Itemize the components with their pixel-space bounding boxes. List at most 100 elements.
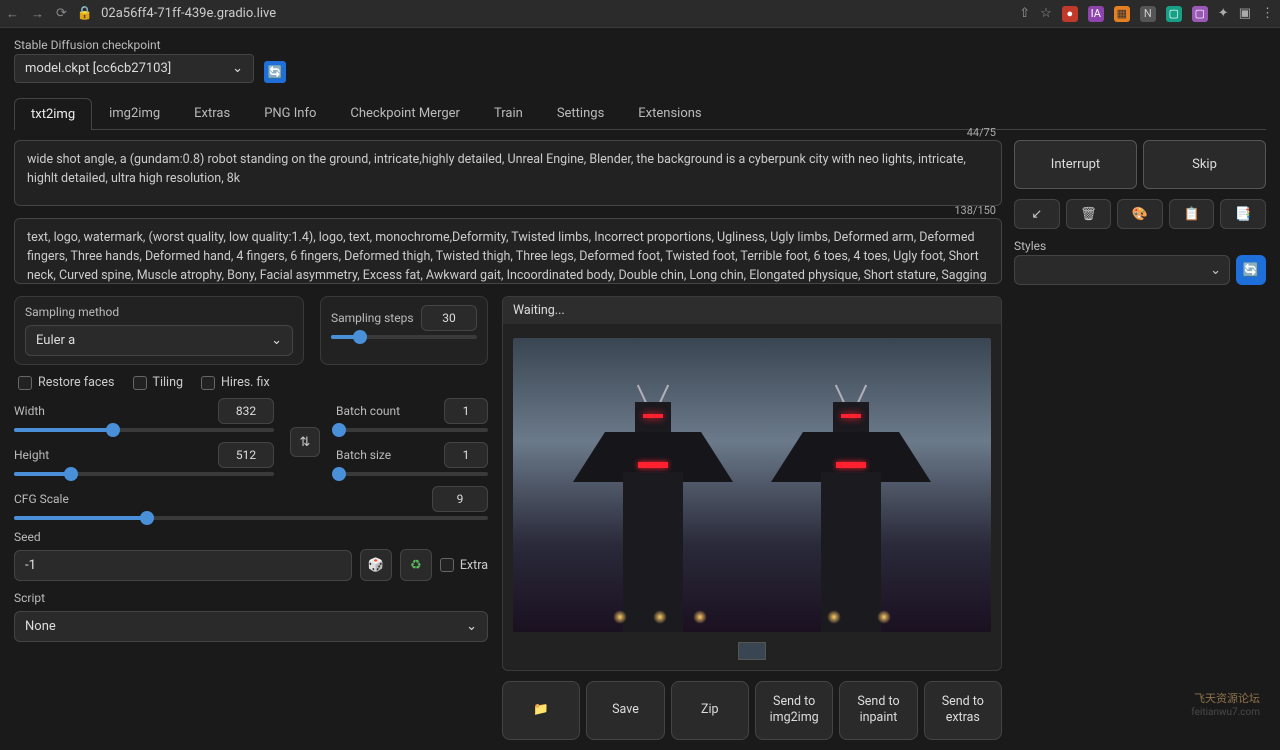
height-input[interactable]	[218, 442, 274, 468]
batch-size-label: Batch size	[336, 448, 391, 462]
styles-select[interactable]: ⌄	[1014, 255, 1230, 285]
width-input[interactable]	[218, 398, 274, 424]
extension-icon[interactable]: ●	[1062, 6, 1078, 22]
tool-paste-button[interactable]: 📋	[1169, 199, 1215, 229]
negative-token-count: 138/150	[954, 204, 996, 217]
forward-icon[interactable]: →	[31, 6, 44, 22]
tab-extras[interactable]: Extras	[177, 97, 247, 129]
watermark: feitianwu7.com	[1191, 707, 1260, 718]
tab-extensions[interactable]: Extensions	[621, 97, 718, 129]
chevron-down-icon: ⌄	[466, 619, 477, 634]
tab-train[interactable]: Train	[477, 97, 540, 129]
checkpoint-refresh-button[interactable]: 🔄	[264, 61, 286, 83]
browser-chrome: ← → ⟳ 🔒 02a56ff4-71ff-439e.gradio.live ⇧…	[0, 0, 1280, 28]
sampling-steps-slider[interactable]	[331, 335, 477, 339]
output-status: Waiting...	[503, 297, 1001, 324]
sampling-method-select[interactable]: Euler a ⌄	[25, 325, 293, 356]
extension-icon[interactable]: ▦	[1114, 6, 1130, 22]
sampling-steps-label: Sampling steps	[331, 311, 414, 325]
nav-arrows: ← → ⟳	[6, 6, 67, 22]
positive-prompt-input[interactable]	[14, 140, 1002, 206]
tiling-checkbox[interactable]: Tiling	[133, 375, 184, 390]
width-label: Width	[14, 404, 45, 418]
output-thumbnail[interactable]	[738, 642, 766, 660]
watermark: 飞天资源论坛	[1194, 690, 1260, 706]
extension-icon[interactable]: IA	[1088, 6, 1104, 22]
script-select[interactable]: None ⌄	[14, 611, 488, 642]
panel-icon[interactable]: ▣	[1239, 6, 1251, 21]
height-slider[interactable]	[14, 472, 274, 476]
height-label: Height	[14, 448, 49, 462]
tab-txt2img[interactable]: txt2img	[14, 98, 92, 130]
sampling-steps-input[interactable]	[421, 305, 477, 331]
swap-icon: ⇅	[300, 435, 311, 450]
url-text: 02a56ff4-71ff-439e.gradio.live	[101, 6, 276, 21]
tool-style-button[interactable]: 🎨	[1117, 199, 1163, 229]
seed-extra-checkbox[interactable]: Extra	[440, 549, 488, 581]
positive-token-count: 44/75	[967, 126, 996, 139]
tab-settings[interactable]: Settings	[540, 97, 621, 129]
script-value: None	[25, 619, 56, 634]
open-folder-button[interactable]: 📁	[502, 681, 580, 740]
tab-pnginfo[interactable]: PNG Info	[247, 97, 333, 129]
chevron-down-icon: ⌄	[232, 61, 243, 76]
zip-button[interactable]: Zip	[671, 681, 749, 740]
cfg-slider[interactable]	[14, 516, 488, 520]
lock-icon: 🔒	[77, 6, 93, 21]
batch-size-slider[interactable]	[336, 472, 488, 476]
interrupt-button[interactable]: Interrupt	[1014, 140, 1137, 189]
extension-icon[interactable]: N	[1140, 6, 1156, 22]
seed-random-button[interactable]: 🎲	[360, 549, 392, 581]
cfg-input[interactable]	[432, 486, 488, 512]
tool-clear-button[interactable]: 🗑	[1066, 199, 1112, 229]
tool-save-style-button[interactable]: 📑	[1220, 199, 1266, 229]
refresh-icon: 🔄	[1243, 263, 1259, 278]
send-img2img-button[interactable]: Send to img2img	[755, 681, 833, 740]
seed-reuse-button[interactable]: ♻	[400, 549, 432, 581]
checkpoint-value: model.ckpt [cc6cb27103]	[25, 61, 171, 76]
tab-img2img[interactable]: img2img	[92, 97, 177, 129]
tool-arrow-button[interactable]: ↙	[1014, 199, 1060, 229]
seed-input[interactable]	[14, 550, 352, 581]
reload-icon[interactable]: ⟳	[56, 6, 67, 22]
cfg-label: CFG Scale	[14, 492, 69, 506]
styles-refresh-button[interactable]: 🔄	[1236, 255, 1266, 285]
extension-icon[interactable]: ▢	[1192, 6, 1208, 22]
sampling-method-label: Sampling method	[25, 305, 293, 319]
palette-icon: 🎨	[1132, 207, 1148, 222]
bookmark-icon[interactable]: ☆	[1040, 6, 1052, 21]
hires-fix-checkbox[interactable]: Hires. fix	[201, 375, 270, 390]
restore-faces-checkbox[interactable]: Restore faces	[18, 375, 115, 390]
clipboard-icon: 📋	[1183, 207, 1199, 222]
batch-count-slider[interactable]	[336, 428, 488, 432]
save-button[interactable]: Save	[586, 681, 664, 740]
save-style-icon: 📑	[1235, 207, 1251, 222]
styles-label: Styles	[1014, 239, 1230, 253]
batch-size-input[interactable]	[444, 442, 488, 468]
send-inpaint-button[interactable]: Send to inpaint	[839, 681, 917, 740]
extension-icons: ⇧ ☆ ● IA ▦ N ▢ ▢ ✦ ▣ ⋮	[1019, 6, 1274, 22]
send-extras-button[interactable]: Send to extras	[924, 681, 1002, 740]
checkpoint-select[interactable]: model.ckpt [cc6cb27103] ⌄	[14, 54, 254, 83]
checkpoint-label: Stable Diffusion checkpoint	[14, 38, 254, 52]
refresh-icon: 🔄	[268, 65, 283, 79]
folder-icon: 📁	[533, 702, 549, 718]
width-slider[interactable]	[14, 428, 274, 432]
back-icon[interactable]: ←	[6, 6, 19, 22]
batch-count-label: Batch count	[336, 404, 400, 418]
seed-label: Seed	[14, 530, 352, 544]
extensions-menu-icon[interactable]: ✦	[1218, 6, 1229, 21]
skip-button[interactable]: Skip	[1143, 140, 1266, 189]
extension-icon[interactable]: ▢	[1166, 6, 1182, 22]
negative-prompt-input[interactable]	[14, 218, 1002, 284]
output-panel: Waiting... ✕	[502, 296, 1002, 671]
batch-count-input[interactable]	[444, 398, 488, 424]
swap-dimensions-button[interactable]: ⇅	[290, 427, 320, 457]
output-image[interactable]	[513, 338, 991, 632]
share-icon[interactable]: ⇧	[1019, 6, 1030, 21]
sampling-method-value: Euler a	[36, 333, 75, 348]
menu-icon[interactable]: ⋮	[1261, 6, 1274, 21]
checkpoint-row: Stable Diffusion checkpoint model.ckpt […	[14, 38, 1266, 83]
url-bar[interactable]: 🔒 02a56ff4-71ff-439e.gradio.live	[77, 6, 1009, 21]
tab-checkpoint-merger[interactable]: Checkpoint Merger	[333, 97, 477, 129]
